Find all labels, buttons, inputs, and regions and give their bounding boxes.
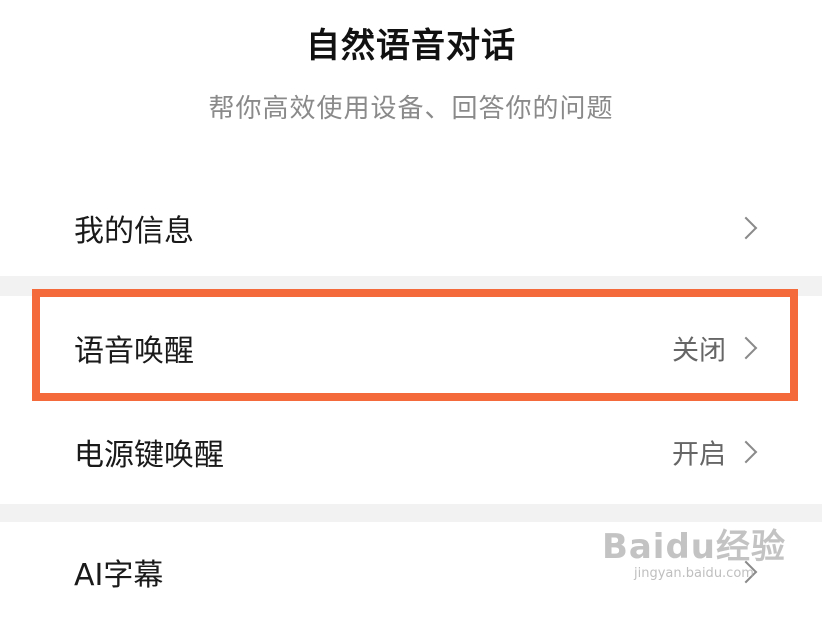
chevron-right-icon [734,336,758,360]
power-key-wakeup-row[interactable]: 电源键唤醒 开启 [0,400,822,504]
page-title: 自然语音对话 [306,26,516,66]
section-divider [0,504,822,522]
chevron-right-icon [734,560,758,584]
section-divider [0,276,822,296]
page-subtitle: 帮你高效使用设备、回答你的问题 [208,94,614,124]
voice-wakeup-row[interactable]: 语音唤醒 关闭 [0,296,822,400]
chevron-right-icon [734,440,758,464]
row-value: 开启 [672,439,726,471]
row-label: 我的信息 [74,214,194,249]
header: 自然语音对话 帮你高效使用设备、回答你的问题 [0,0,822,150]
row-label: AI字幕 [74,558,164,593]
chevron-right-icon [734,216,758,240]
my-info-row[interactable]: 我的信息 [0,180,822,276]
row-value: 关闭 [672,335,726,367]
ai-subtitle-row[interactable]: AI字幕 [0,522,822,622]
row-label: 语音唤醒 [74,334,194,369]
row-label: 电源键唤醒 [74,438,224,473]
